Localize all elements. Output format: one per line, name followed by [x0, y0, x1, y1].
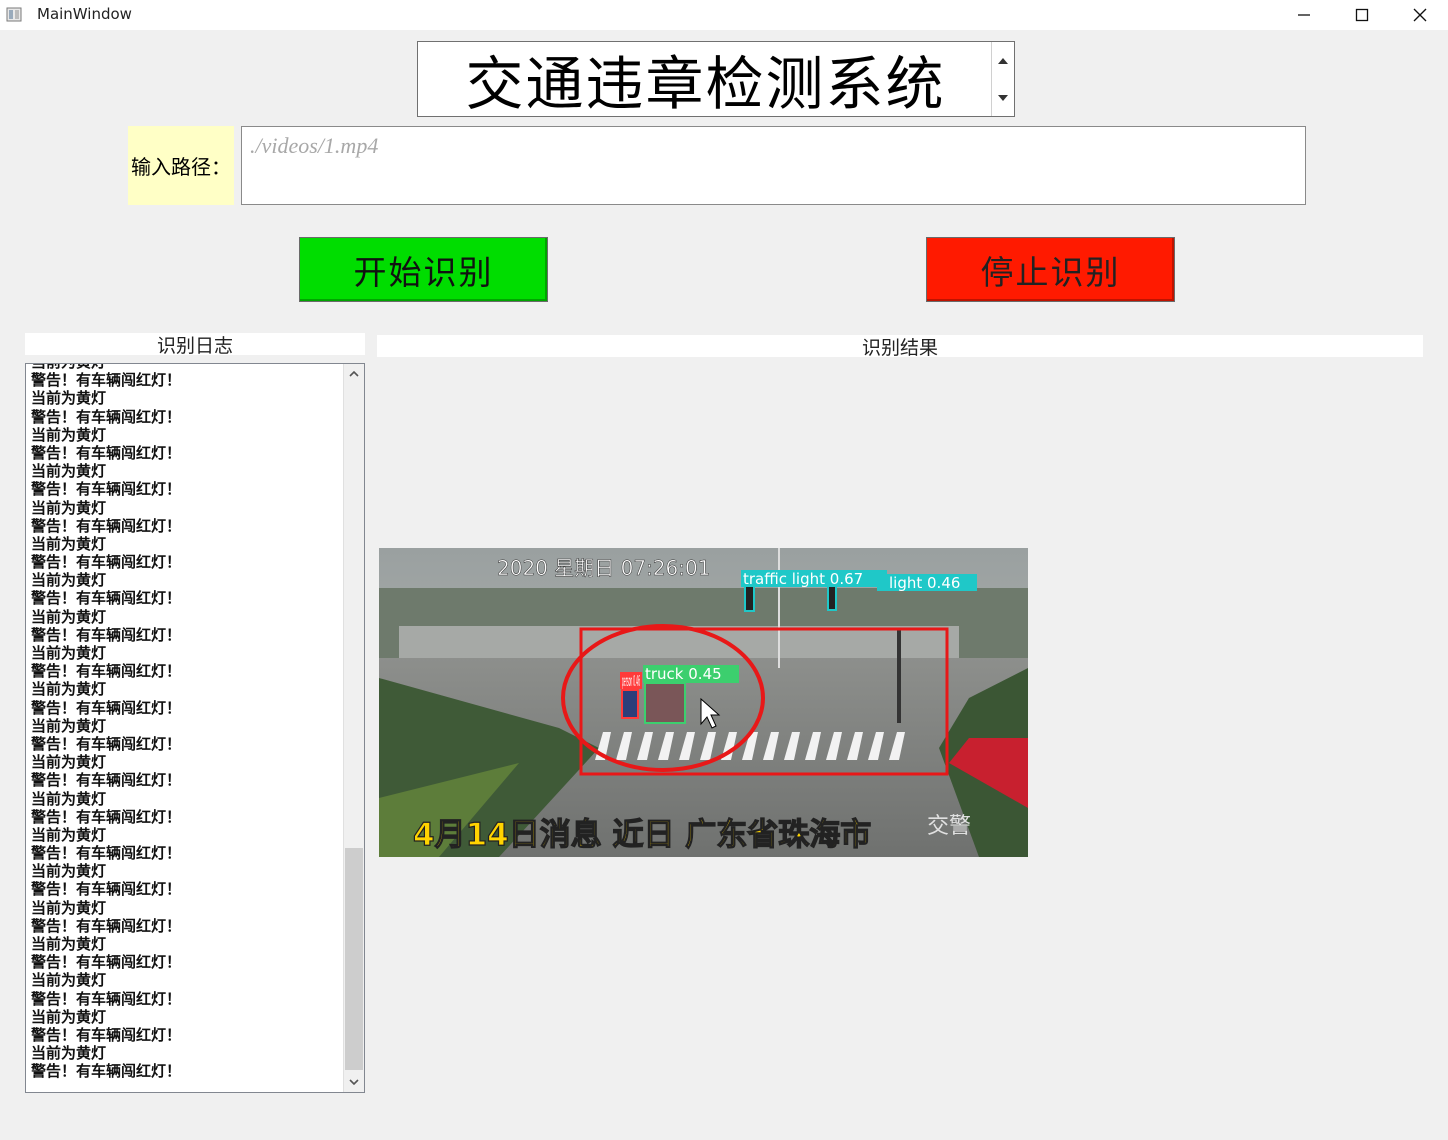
- log-line: 当前为黄灯: [31, 534, 107, 553]
- detection-frame: traffic light 0.67 light 0.46 truck 0.45…: [379, 548, 1028, 857]
- scroll-down-button[interactable]: [344, 1072, 364, 1092]
- log-line: 当前为黄灯: [31, 716, 107, 735]
- log-line: 当前为黄灯: [31, 607, 107, 626]
- traffic-light-label: traffic light 0.67: [743, 570, 863, 588]
- log-line: 警告！有车辆闯红灯！: [31, 625, 182, 644]
- scroll-thumb[interactable]: [345, 848, 363, 1070]
- log-line: 当前为黄灯: [31, 753, 107, 772]
- log-line: 当前为黄灯: [31, 462, 107, 481]
- log-line: 警告！有车辆闯红灯！: [31, 1062, 182, 1081]
- log-lines: 当前为黄灯警告！有车辆闯红灯！当前为黄灯警告！有车辆闯红灯！当前为黄灯警告！有车…: [31, 364, 341, 1081]
- log-line: 当前为黄灯: [31, 644, 107, 662]
- log-line: 当前为黄灯: [31, 389, 107, 408]
- traffic-light-box-1: [744, 584, 755, 612]
- chevron-up-icon: [349, 371, 359, 377]
- start-detection-button[interactable]: 开始识别: [299, 237, 548, 302]
- heading-spinbox[interactable]: 交通违章检测系统: [417, 41, 1015, 118]
- path-label: 输入路径：: [128, 126, 234, 205]
- log-line: 警告！有车辆闯红灯！: [31, 589, 182, 608]
- far-buildings: [399, 626, 959, 658]
- log-line: 当前为黄灯: [31, 935, 107, 953]
- log-line: 当前为黄灯: [31, 425, 107, 444]
- title-bar: MainWindow: [0, 0, 1448, 30]
- spin-down-button[interactable]: [992, 79, 1014, 116]
- chevron-down-icon: [998, 94, 1008, 101]
- person-box: [621, 689, 639, 719]
- log-line: 警告！有车辆闯红灯！: [31, 844, 182, 863]
- result-title: 识别结果: [377, 335, 1423, 359]
- truck-label: truck 0.45: [645, 665, 722, 683]
- log-line: 警告！有车辆闯红灯！: [31, 407, 182, 426]
- video-timestamp: 2020 星期日 07:26:01: [497, 556, 710, 580]
- log-line: 当前为黄灯: [31, 1007, 107, 1026]
- maximize-button[interactable]: [1333, 0, 1391, 30]
- log-line: 当前为黄灯: [31, 1044, 107, 1063]
- minimize-icon: [1298, 14, 1310, 16]
- window-title: MainWindow: [37, 5, 132, 23]
- path-input[interactable]: [241, 126, 1306, 205]
- log-line: 警告！有车辆闯红灯！: [31, 916, 182, 935]
- close-icon: [1413, 8, 1427, 22]
- log-line: 警告！有车辆闯红灯！: [31, 734, 182, 753]
- spin-up-button[interactable]: [992, 42, 1014, 79]
- log-line: 警告！有车辆闯红灯！: [31, 480, 182, 499]
- log-line: 警告！有车辆闯红灯！: [31, 553, 182, 572]
- minimize-button[interactable]: [1275, 0, 1333, 30]
- log-line: 警告！有车辆闯红灯！: [31, 371, 182, 390]
- truck-box: [644, 682, 686, 724]
- scroll-up-button[interactable]: [344, 364, 364, 384]
- log-line: 当前为黄灯: [31, 862, 107, 881]
- log-line: 警告！有车辆闯红灯！: [31, 516, 182, 535]
- log-line: 当前为黄灯: [31, 825, 107, 844]
- log-scrollbar[interactable]: [343, 364, 364, 1092]
- light-label: light 0.46: [889, 574, 960, 592]
- log-title: 识别日志: [25, 333, 365, 357]
- log-line: 当前为黄灯: [31, 571, 107, 590]
- log-line: 当前为黄灯: [31, 498, 107, 517]
- chevron-up-icon: [998, 57, 1008, 64]
- log-line: 警告！有车辆闯红灯！: [31, 989, 182, 1008]
- maximize-icon: [1355, 8, 1369, 22]
- log-line: 警告！有车辆闯红灯！: [31, 1025, 182, 1044]
- log-line: 警告！有车辆闯红灯！: [31, 880, 182, 899]
- log-line: 当前为黄灯: [31, 364, 341, 371]
- video-caption: 4月14日消息 近日 广东省珠海市: [413, 817, 871, 853]
- close-button[interactable]: [1391, 0, 1448, 30]
- log-line: 警告！有车辆闯红灯！: [31, 698, 182, 717]
- log-line: 警告！有车辆闯红灯！: [31, 771, 182, 790]
- log-line: 警告！有车辆闯红灯！: [31, 807, 182, 826]
- log-line: 当前为黄灯: [31, 971, 107, 990]
- spin-buttons: [991, 42, 1014, 116]
- traffic-light-box-2: [827, 585, 837, 611]
- page-title: 交通违章检测系统: [465, 50, 946, 118]
- log-line: 当前为黄灯: [31, 680, 107, 699]
- log-line: 警告！有车辆闯红灯！: [31, 662, 182, 681]
- detection-frame-image: traffic light 0.67 light 0.46 truck 0.45…: [379, 548, 1028, 857]
- log-line: 警告！有车辆闯红灯！: [31, 443, 182, 462]
- app-icon: [6, 7, 22, 22]
- log-line: 当前为黄灯: [31, 789, 107, 808]
- person-label: person 0.46: [622, 672, 640, 690]
- log-line: 当前为黄灯: [31, 898, 107, 917]
- log-list[interactable]: 当前为黄灯警告！有车辆闯红灯！当前为黄灯警告！有车辆闯红灯！当前为黄灯警告！有车…: [25, 363, 365, 1093]
- chevron-down-icon: [349, 1079, 359, 1085]
- video-watermark: 交警: [927, 814, 971, 839]
- log-line: 警告！有车辆闯红灯！: [31, 953, 182, 972]
- stop-detection-button[interactable]: 停止识别: [926, 237, 1175, 302]
